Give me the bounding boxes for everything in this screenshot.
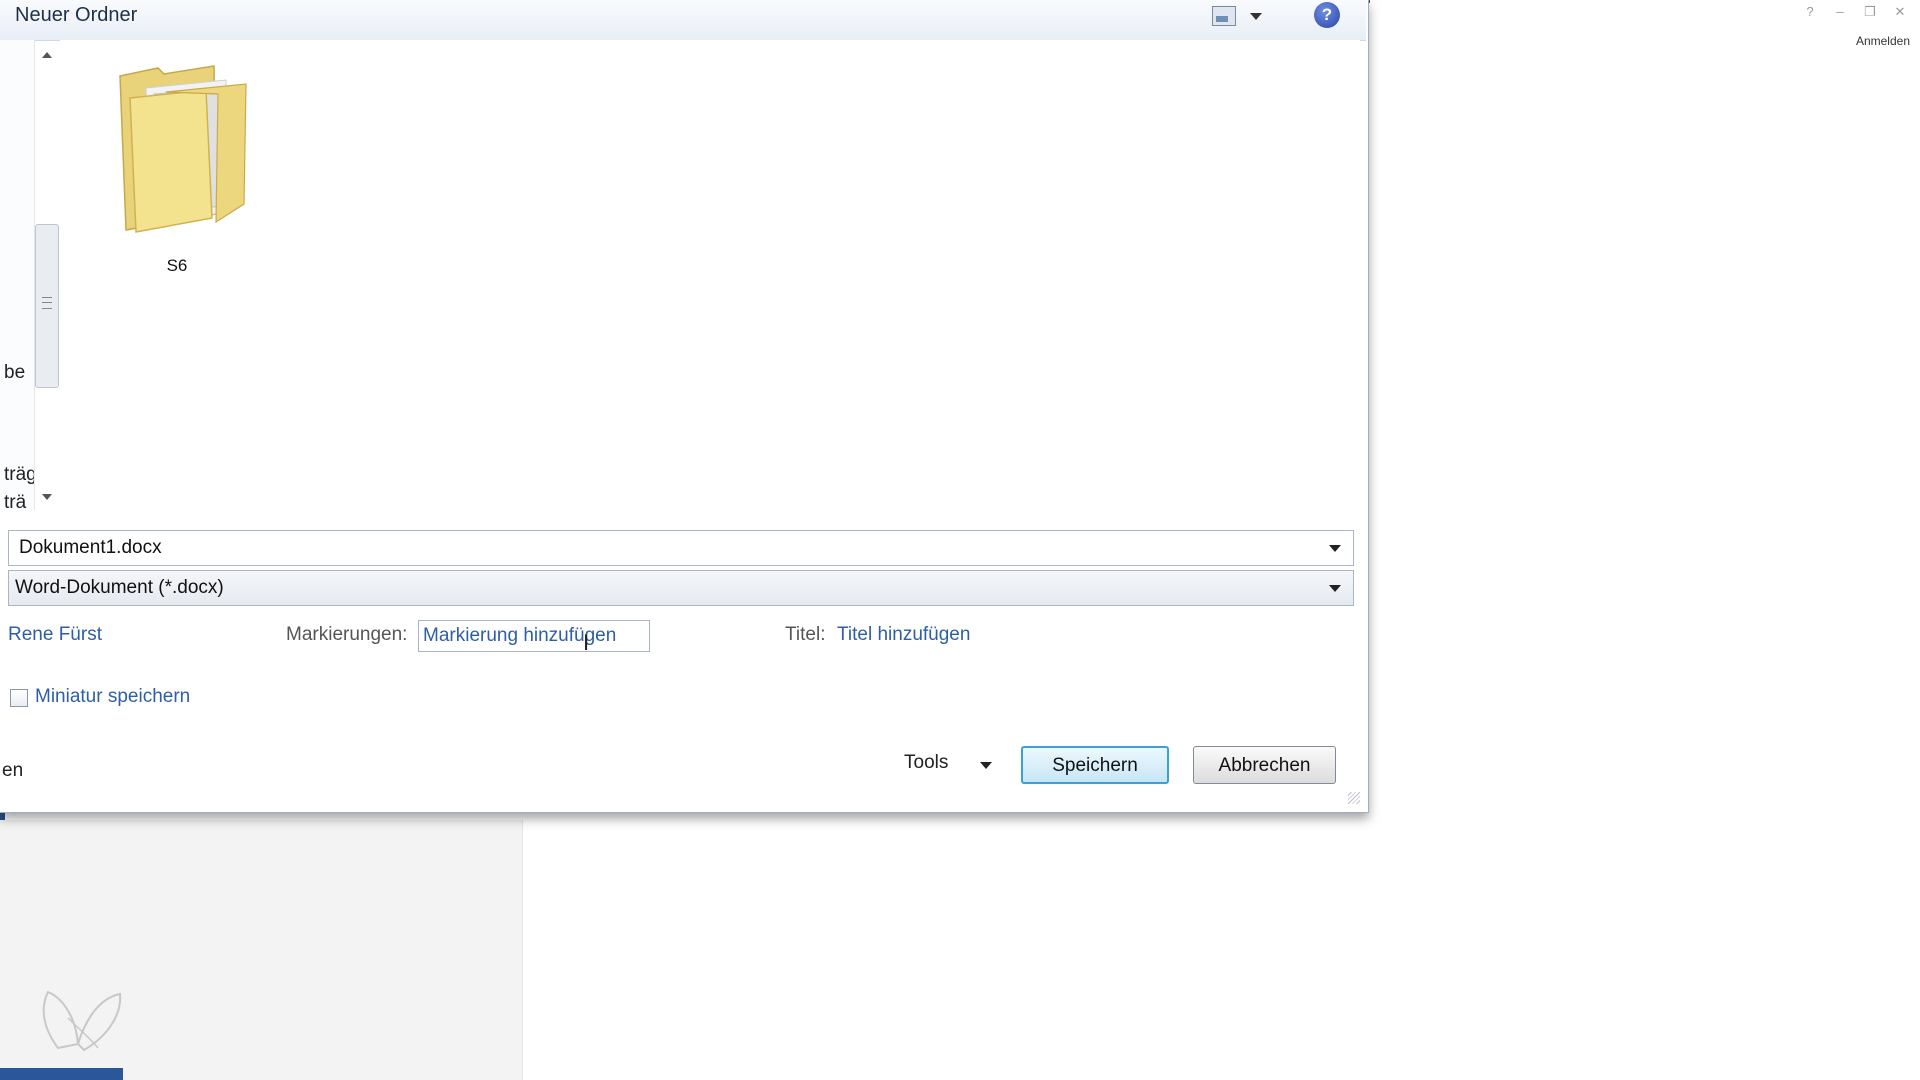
text-cursor-icon: I xyxy=(583,630,590,655)
scroll-down-arrow-icon[interactable] xyxy=(42,494,52,500)
cancel-button[interactable]: Abbrechen xyxy=(1193,746,1336,784)
tags-input[interactable]: Markierung hinzufügen xyxy=(418,620,650,652)
close-icon[interactable]: ✕ xyxy=(1892,4,1908,20)
tools-dropdown-icon[interactable] xyxy=(980,762,992,769)
filetype-value[interactable]: Word-Dokument (*.docx) xyxy=(15,577,224,599)
dialog-toolbar: Neuer Ordner ? xyxy=(0,0,1366,41)
navigation-pane[interactable]: be träg trä xyxy=(0,40,35,510)
title-label: Titel: xyxy=(785,624,826,645)
resize-grip-icon[interactable] xyxy=(1348,792,1360,804)
save-as-dialog: Neuer Ordner ? be träg trä S6 Dokument1.… xyxy=(0,0,1369,813)
window-controls: ? – ❐ ✕ xyxy=(1802,4,1908,20)
nav-item-fragment[interactable]: be xyxy=(4,362,25,384)
scroll-grip-icon xyxy=(42,297,52,309)
filename-dropdown-icon[interactable] xyxy=(1329,545,1341,552)
change-view-icon[interactable] xyxy=(1212,6,1236,26)
filename-combobox[interactable]: Dokument1.docx xyxy=(8,530,1354,566)
folder-icon[interactable] xyxy=(106,54,248,234)
butterfly-logo-icon xyxy=(42,990,122,1052)
filetype-dropdown-icon[interactable] xyxy=(1329,585,1341,592)
help-window-icon[interactable]: ? xyxy=(1802,4,1818,20)
tags-label: Markierungen: xyxy=(286,624,408,645)
hide-folders-fragment[interactable]: en xyxy=(2,760,23,782)
minimize-icon[interactable]: – xyxy=(1832,4,1848,20)
help-icon[interactable]: ? xyxy=(1314,2,1340,28)
nav-item-fragment[interactable]: trä xyxy=(4,492,26,510)
title-input[interactable]: Titel hinzufügen xyxy=(837,624,970,646)
current-folder-title[interactable]: Neuer Ordner xyxy=(15,4,137,27)
nav-scrollbar-thumb[interactable] xyxy=(35,224,59,388)
save-button[interactable]: Speichern xyxy=(1021,746,1169,784)
file-list-area[interactable]: S6 xyxy=(60,40,1360,510)
save-thumbnail-label[interactable]: Miniatur speichern xyxy=(35,686,190,708)
nav-item-fragment[interactable]: träg xyxy=(4,464,34,486)
sign-in-link[interactable]: Anmelden xyxy=(1856,34,1910,48)
author-value[interactable]: Rene Fürst xyxy=(8,624,102,646)
save-thumbnail-checkbox[interactable] xyxy=(10,689,28,707)
tools-menu[interactable]: Tools xyxy=(904,752,948,774)
view-options-dropdown-icon[interactable] xyxy=(1250,13,1262,20)
scroll-up-arrow-icon[interactable] xyxy=(42,52,52,58)
backstage-active-indicator xyxy=(0,1068,123,1080)
filetype-select[interactable]: Word-Dokument (*.docx) xyxy=(8,570,1354,606)
folder-name[interactable]: S6 xyxy=(106,256,248,276)
restore-icon[interactable]: ❐ xyxy=(1862,4,1878,20)
filename-value[interactable]: Dokument1.docx xyxy=(19,537,162,559)
